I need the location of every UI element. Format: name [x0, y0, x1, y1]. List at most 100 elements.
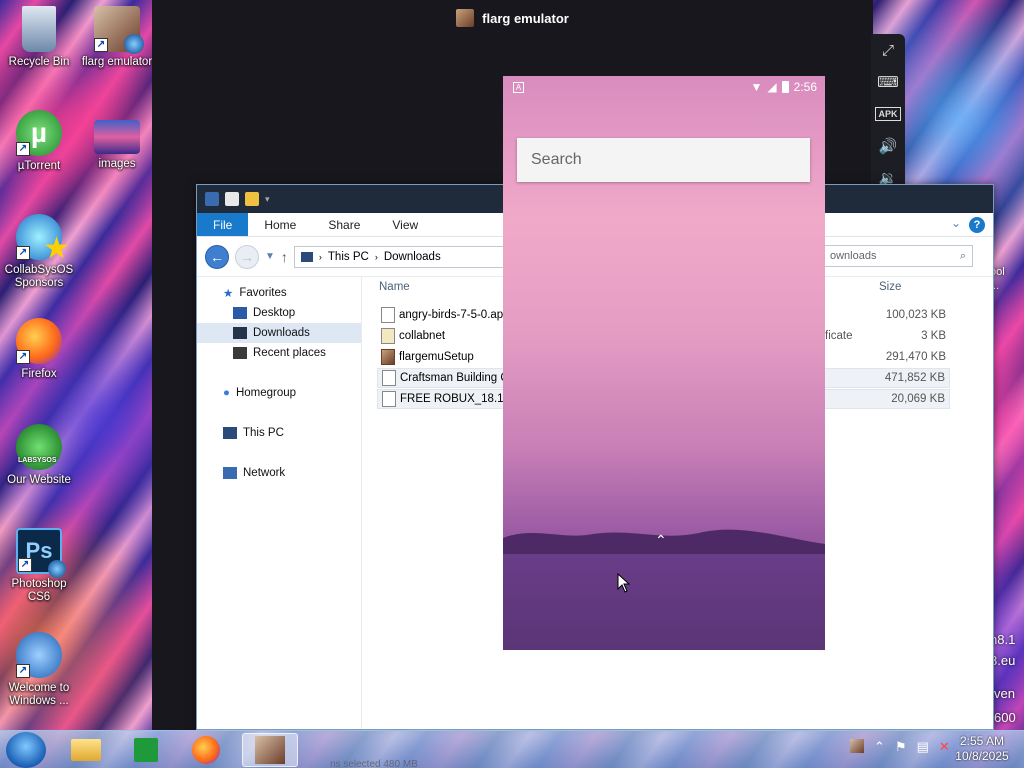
sidebar-item-recent-places[interactable]: Recent places	[197, 343, 361, 363]
explorer-app-icon	[205, 192, 219, 206]
desktop-icon-images[interactable]: images	[78, 120, 156, 171]
sidebar-item-homegroup[interactable]: ● Homegroup	[197, 383, 361, 403]
sidebar-item-this-pc[interactable]: This PC	[197, 423, 361, 443]
certificate-icon	[381, 328, 395, 344]
photoshop-icon: Ps ↗	[16, 528, 66, 578]
flarg-emulator-icon	[255, 736, 285, 764]
swipe-up-chevron-icon[interactable]: ⌃	[655, 532, 667, 549]
forward-button[interactable]: →	[235, 244, 259, 269]
apk-icon[interactable]: APK	[871, 98, 905, 130]
pc-icon	[300, 251, 313, 262]
tab-share[interactable]: Share	[312, 213, 376, 236]
folder-icon	[71, 739, 101, 761]
taskbar-clock[interactable]: 2:55 AM 10/8/2025	[950, 734, 1014, 764]
help-icon[interactable]: ?	[969, 217, 985, 233]
sidebar-item-network[interactable]: Network	[197, 463, 361, 483]
ribbon-collapse-icon[interactable]: ⌄	[951, 216, 961, 230]
status-time: 2:56	[793, 80, 817, 94]
navigation-pane: ★ Favorites Desktop Downloads Recent pla…	[197, 277, 362, 729]
emulator-titlebar[interactable]: flarg emulator	[152, 0, 873, 36]
store-icon	[134, 738, 158, 762]
desktop-icon-flarg-emulator[interactable]: ↗ flarg emulator	[78, 6, 156, 69]
desktop-icon-photoshop[interactable]: Ps ↗ Photoshop CS6	[0, 528, 78, 604]
back-button[interactable]: ←	[205, 244, 229, 269]
taskbar-flarg-emulator[interactable]	[242, 733, 298, 767]
flarg-emulator-icon: ↗	[94, 6, 144, 54]
desktop-icon-recycle-bin[interactable]: Recycle Bin	[0, 6, 78, 69]
new-folder-icon[interactable]	[245, 192, 259, 206]
globe-star-icon: ★ ↗	[16, 214, 70, 264]
network-tray-icon[interactable]: ▤	[917, 739, 929, 755]
search-input[interactable]: Search	[517, 138, 810, 182]
file-icon	[382, 391, 396, 407]
notification-a-icon: A	[513, 81, 524, 93]
sidebar-item-favorites[interactable]: ★ Favorites	[197, 283, 361, 303]
website-badge: LABSYSOS	[18, 457, 57, 464]
wifi-icon: ▼	[750, 80, 763, 94]
emulator-title: flarg emulator	[482, 10, 569, 26]
start-button[interactable]	[6, 732, 46, 768]
computer-icon	[223, 427, 237, 439]
explorer-status-partial: ns selected 480 MB	[330, 759, 418, 768]
recent-locations-icon[interactable]: ▼	[265, 251, 275, 262]
search-input[interactable]: ownloads ⌕	[823, 245, 973, 267]
shortcut-arrow-icon: ↗	[94, 38, 108, 52]
keyboard-icon[interactable]: ⌨	[871, 66, 905, 98]
clock-time: 2:55 AM	[959, 734, 1005, 748]
column-header-name[interactable]: Name	[379, 281, 410, 293]
search-icon: ⌕	[959, 249, 966, 262]
desktop-icon-firefox[interactable]: ↗ Firefox	[0, 318, 78, 381]
star-icon: ★	[223, 288, 234, 300]
edge-text-5: ven	[994, 686, 1015, 701]
network-icon	[223, 467, 237, 479]
system-tray: ⌃ ⚑ ▤ ✕	[850, 739, 950, 755]
toast-title: SmartGaGa	[876, 686, 946, 701]
toast-subtitle: Installing APK...	[876, 705, 954, 717]
mouse-cursor-icon	[617, 573, 631, 593]
volume-up-icon[interactable]: 🔊	[871, 130, 905, 162]
taskbar-file-explorer[interactable]	[58, 733, 114, 767]
tab-home[interactable]: Home	[248, 213, 312, 236]
shortcut-arrow-icon: ↗	[16, 664, 30, 678]
taskbar-store[interactable]	[118, 733, 174, 767]
shortcut-arrow-icon: ↗	[16, 350, 30, 364]
star-icon: ★	[43, 232, 70, 265]
taskbar-firefox[interactable]	[178, 733, 234, 767]
desktop-icon	[233, 307, 247, 319]
emulator-app-icon	[456, 9, 475, 27]
battery-icon	[781, 81, 789, 93]
file-icon	[382, 370, 396, 386]
setup-app-icon	[381, 349, 395, 365]
utorrent-icon: µ ↗	[16, 110, 62, 156]
desktop-icon-welcome-windows[interactable]: ↗ Welcome to Windows ...	[0, 632, 78, 708]
signal-icon: ◢	[767, 80, 777, 94]
windows-logo-icon: ↗	[16, 632, 62, 678]
breadcrumb-separator-icon: ›	[374, 251, 378, 262]
action-center-flag-icon[interactable]: ⚑	[895, 739, 907, 755]
tab-view[interactable]: View	[376, 213, 434, 236]
breadcrumb-this-pc[interactable]: This PC	[328, 251, 369, 263]
quick-access-dropdown-icon[interactable]: ▾	[265, 194, 270, 205]
desktop-icon-our-website[interactable]: LABSYSOS Our Website	[0, 424, 78, 487]
homegroup-icon: ●	[223, 387, 230, 399]
breadcrumb-downloads[interactable]: Downloads	[384, 251, 441, 263]
shortcut-arrow-icon: ↗	[16, 246, 30, 260]
android-screen[interactable]: A ▼ ◢ 2:56 Search ⌃	[503, 76, 825, 650]
flarg-tray-icon[interactable]	[850, 739, 864, 753]
image-folder-icon	[94, 120, 140, 154]
shortcut-arrow-icon: ↗	[18, 558, 32, 572]
column-header-size[interactable]: Size	[879, 281, 901, 293]
volume-muted-icon[interactable]: ✕	[939, 739, 950, 755]
desktop-icon-collabsysos-sponsors[interactable]: ★ ↗ CollabSysOS Sponsors	[0, 214, 78, 290]
globe-badge-icon	[48, 560, 66, 578]
tab-file[interactable]: File	[197, 213, 249, 236]
up-arrow-icon[interactable]: ↑	[281, 249, 288, 265]
desktop-icon-utorrent[interactable]: µ ↗ µTorrent	[0, 110, 78, 173]
recent-places-icon	[233, 347, 247, 359]
show-hidden-icons-icon[interactable]: ⌃	[874, 739, 885, 755]
sidebar-item-downloads[interactable]: Downloads	[197, 323, 361, 343]
taskbar: ns selected 480 MB ⌃ ⚑ ▤ ✕ 2:55 AM 10/8/…	[0, 730, 1024, 768]
fullscreen-icon[interactable]: ⤢	[871, 34, 905, 66]
properties-icon[interactable]	[225, 192, 239, 206]
sidebar-item-desktop[interactable]: Desktop	[197, 303, 361, 323]
